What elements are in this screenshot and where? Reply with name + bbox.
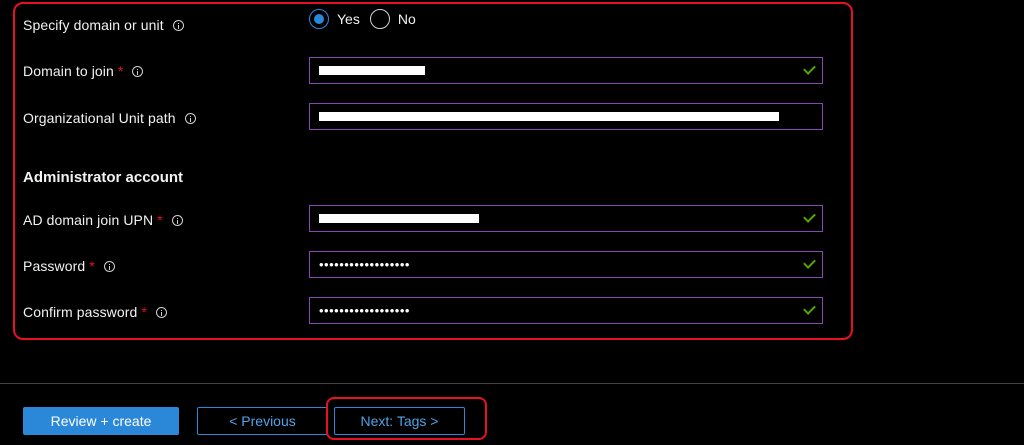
footer-divider — [0, 383, 1024, 384]
required-marker: * — [141, 304, 147, 320]
redacted-value — [319, 214, 479, 223]
info-icon[interactable] — [184, 112, 196, 124]
required-marker: * — [89, 258, 95, 274]
checkmark-icon — [803, 62, 816, 75]
radio-option-no[interactable]: No — [369, 9, 416, 29]
specify-domain-row: Specify domain or unit — [23, 11, 184, 39]
checkmark-icon — [803, 302, 816, 315]
info-icon[interactable] — [171, 214, 183, 226]
radio-no-circle[interactable] — [369, 9, 390, 29]
confirm-password-input[interactable]: •••••••••••••••••• — [309, 297, 823, 324]
upn-input[interactable] — [309, 205, 823, 232]
password-input[interactable]: •••••••••••••••••• — [309, 251, 823, 278]
ou-path-label: Organizational Unit path — [23, 110, 176, 126]
radio-no-label: No — [397, 11, 416, 27]
redacted-value — [319, 112, 779, 121]
redacted-value — [319, 66, 425, 75]
specify-domain-label: Specify domain or unit — [23, 17, 164, 33]
required-marker: * — [157, 212, 163, 228]
specify-domain-radio-group: Yes No — [309, 9, 426, 29]
info-icon[interactable] — [172, 19, 184, 31]
confirm-password-value: •••••••••••••••••• — [319, 303, 410, 318]
upn-row: AD domain join UPN * — [23, 206, 183, 234]
confirm-password-label: Confirm password — [23, 304, 138, 320]
info-icon[interactable] — [155, 306, 167, 318]
confirm-password-row: Confirm password * — [23, 298, 167, 326]
review-create-button[interactable]: Review + create — [23, 407, 179, 435]
upn-label: AD domain join UPN — [23, 212, 154, 228]
password-value: •••••••••••••••••• — [319, 257, 410, 272]
password-label: Password — [23, 258, 86, 274]
password-row: Password * — [23, 252, 115, 280]
annotation-highlight-next — [326, 397, 487, 440]
info-icon[interactable] — [132, 65, 144, 77]
domain-to-join-label: Domain to join — [23, 63, 114, 79]
checkmark-icon — [803, 256, 816, 269]
domain-to-join-row: Domain to join * — [23, 57, 144, 85]
administrator-account-heading: Administrator account — [23, 169, 184, 186]
checkmark-icon — [803, 210, 816, 223]
radio-option-yes[interactable]: Yes — [309, 9, 360, 29]
radio-yes-circle[interactable] — [309, 9, 329, 29]
domain-to-join-input[interactable] — [309, 57, 823, 84]
radio-yes-label: Yes — [337, 11, 360, 27]
ou-path-row: Organizational Unit path — [23, 104, 196, 132]
required-marker: * — [117, 63, 124, 79]
previous-button[interactable]: < Previous — [197, 407, 328, 435]
info-icon[interactable] — [103, 260, 115, 272]
ou-path-input[interactable] — [309, 103, 823, 130]
